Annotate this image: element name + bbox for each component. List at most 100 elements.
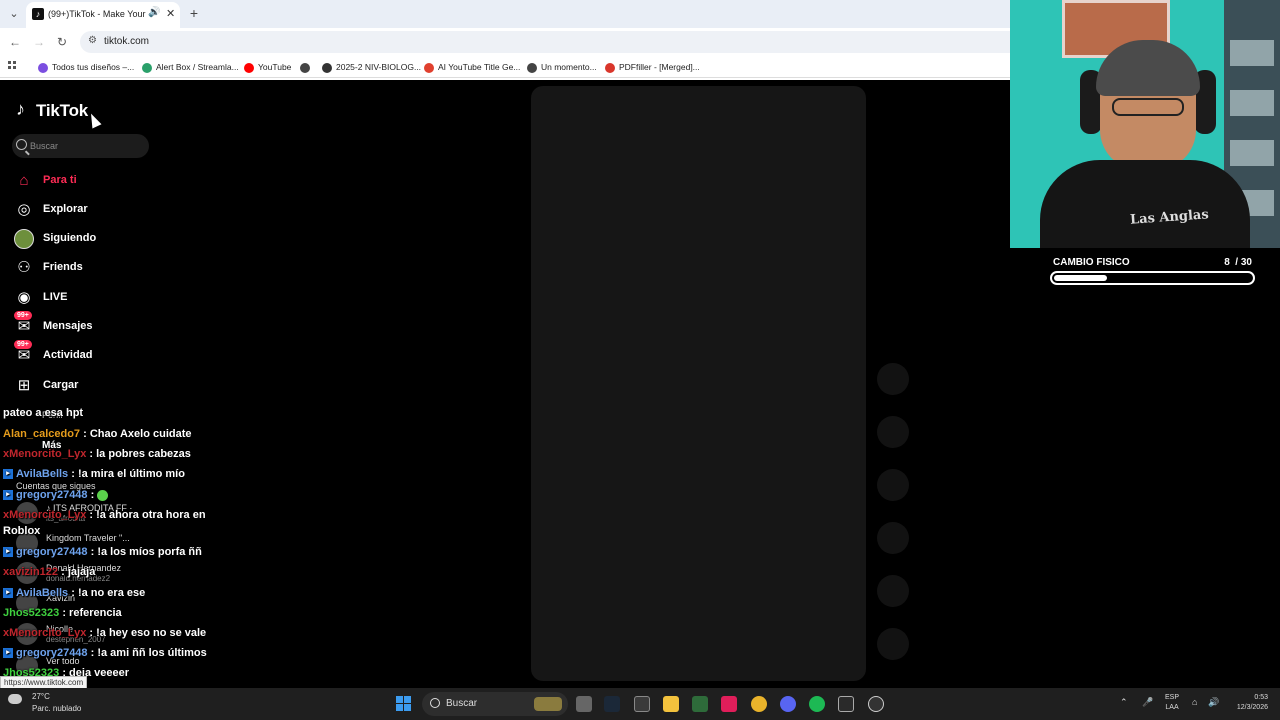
microphone-icon[interactable]: 🎤 (1142, 697, 1153, 708)
bookmark-favicon-icon (527, 62, 537, 73)
goal-count: 8 / 30 (1224, 257, 1252, 268)
live-icon: ◉ (17, 289, 31, 306)
weather-desc[interactable]: Parc. nublado (32, 704, 81, 713)
music-disc-button[interactable] (877, 628, 909, 660)
bookmark-label: PDFfiller - [Merged]... (619, 62, 700, 72)
search-input[interactable] (30, 138, 140, 154)
task-view-icon[interactable] (576, 696, 592, 712)
chat-text: : (90, 489, 95, 501)
chat-text: Roblox (3, 525, 41, 537)
lang-top: ESP (1165, 694, 1180, 701)
chat-username: gregory27448 (16, 647, 88, 659)
nav-item-siguiendo[interactable]: Siguiendo (14, 227, 174, 251)
bookmark-item[interactable]: Un momento... (527, 60, 597, 74)
app-icon[interactable] (692, 696, 708, 712)
tray-chevron-icon[interactable]: ⌃ (1120, 697, 1128, 708)
tab-title: (99+)TikTok - Make Your Da (48, 9, 146, 19)
nav-label: Actividad (43, 349, 93, 361)
profile-action-button[interactable] (877, 363, 909, 395)
new-tab-button[interactable]: + (186, 5, 202, 21)
nav-item-para-ti[interactable]: ⌂ Para ti (14, 169, 174, 193)
bookmark-item[interactable]: 2025-2 NIV-BIOLOG... (322, 60, 421, 74)
volume-icon[interactable]: 🔊 (1208, 697, 1219, 708)
bookmark-favicon-icon (300, 62, 310, 73)
comment-button[interactable] (877, 469, 909, 501)
messages-icon: ✉ (17, 318, 31, 335)
like-button[interactable] (877, 416, 909, 448)
file-explorer-icon[interactable] (663, 696, 679, 712)
chat-text: : jajaja (61, 566, 96, 578)
nav-item-friends[interactable]: ⚇ Friends (14, 256, 174, 280)
browser-toolbar: ← → ↻ ⚙ tiktok.com (0, 28, 1010, 56)
nav-item-actividad[interactable]: ✉ 99+ Actividad (14, 340, 174, 368)
nav-item-cargar[interactable]: ⊞ Cargar (14, 374, 174, 398)
reload-button[interactable]: ↻ (54, 34, 70, 50)
language-indicator[interactable]: ESP LAA (1165, 693, 1179, 713)
search-box[interactable] (12, 134, 149, 158)
bookmark-favicon-icon (244, 62, 254, 73)
chat-message: Alan_calcedo7 : Chao Axelo cuidate (3, 427, 192, 441)
bookmark-item[interactable]: Todos tus diseños –... (38, 60, 134, 74)
back-button[interactable]: ← (7, 34, 23, 50)
system-clock[interactable]: 0:53 12/3/2026 (1228, 693, 1268, 713)
nav-item-live[interactable]: ◉ LIVE (14, 286, 174, 310)
chat-username: Jhos52323 (3, 607, 60, 619)
save-button[interactable] (877, 522, 909, 554)
bookmark-label: Todos tus diseños –... (52, 62, 135, 72)
chat-username: AvilaBells (16, 468, 69, 480)
prime-badge-icon: ▸ (3, 490, 13, 501)
bookmark-item[interactable] (300, 60, 314, 74)
app-icon-2[interactable] (838, 696, 854, 712)
bookmark-favicon-icon (322, 62, 332, 73)
discord-icon[interactable] (780, 696, 796, 712)
weather-temp[interactable]: 27°C (32, 692, 50, 701)
obs-icon[interactable] (868, 696, 884, 712)
bookmark-item[interactable]: AI YouTube Title Ge... (424, 60, 520, 74)
taskbar-search[interactable]: Buscar (422, 692, 568, 716)
chat-username: xavizin122 (3, 566, 59, 578)
compass-icon: ◎ (17, 201, 31, 218)
speaker-icon[interactable]: 🔊 (148, 7, 160, 18)
bookmark-label: Alert Box / Streamla... (156, 62, 239, 72)
windows-start-icon[interactable] (396, 696, 412, 712)
address-bar[interactable]: ⚙ tiktok.com (80, 31, 1010, 53)
chat-message: Roblox (3, 524, 40, 538)
nav-item-explorar[interactable]: ◎ Explorar (14, 198, 174, 222)
chat-text: : !a no era ese (71, 587, 146, 599)
site-info-icon[interactable]: ⚙ (88, 35, 97, 46)
tab-search-chevron-icon[interactable]: ⌄ (6, 6, 22, 22)
nav-label: Friends (43, 261, 83, 273)
spotify-icon[interactable] (809, 696, 825, 712)
apps-grid-icon[interactable] (8, 61, 18, 71)
mouse-cursor-icon (86, 111, 102, 129)
screen: ⌄ ♪ (99+)TikTok - Make Your Da 🔊 ✕ + ← →… (0, 0, 1280, 720)
goal-widget: CAMBIO FISICO 8 / 30 (1050, 256, 1256, 288)
bookmark-favicon-icon (424, 62, 434, 73)
share-button[interactable] (877, 575, 909, 607)
network-icon[interactable]: ⌂ (1192, 697, 1197, 707)
prime-badge-icon: ▸ (3, 588, 13, 599)
chat-username: xMenorcito_Lyx (3, 448, 87, 460)
friends-icon: ⚇ (17, 259, 31, 276)
chat-text: : la pobres cabezas (89, 448, 191, 460)
chat-message: ▸ gregory27448 : !a ami ññ los últimos (3, 646, 207, 660)
nav-item-mensajes[interactable]: ✉ 99+ Mensajes (14, 311, 174, 339)
bookmark-item[interactable]: Alert Box / Streamla... (142, 60, 239, 74)
terminal-icon[interactable] (634, 696, 650, 712)
home-icon: ⌂ (19, 172, 29, 189)
chat-message: xavizin122 : jajaja (3, 565, 95, 579)
video-player-loading[interactable] (531, 86, 866, 681)
tiktok-note-icon: ♪ (16, 99, 25, 119)
prime-badge-icon: ▸ (3, 547, 13, 558)
tiktok-app-icon[interactable] (721, 696, 737, 712)
bookmark-item[interactable]: YouTube (244, 60, 291, 74)
bookmark-item[interactable]: PDFfiller - [Merged]... (605, 60, 700, 74)
goal-progress-bar (1050, 271, 1255, 285)
chrome-icon[interactable] (751, 696, 767, 712)
account-name[interactable]: Kingdom Traveler "... (46, 533, 130, 543)
forward-button[interactable]: → (31, 34, 47, 50)
close-tab-icon[interactable]: ✕ (166, 7, 175, 20)
steam-icon[interactable] (604, 696, 620, 712)
weather-cloud-icon[interactable] (8, 694, 22, 704)
browser-tab-tiktok[interactable]: ♪ (99+)TikTok - Make Your Da 🔊 ✕ (26, 2, 180, 28)
